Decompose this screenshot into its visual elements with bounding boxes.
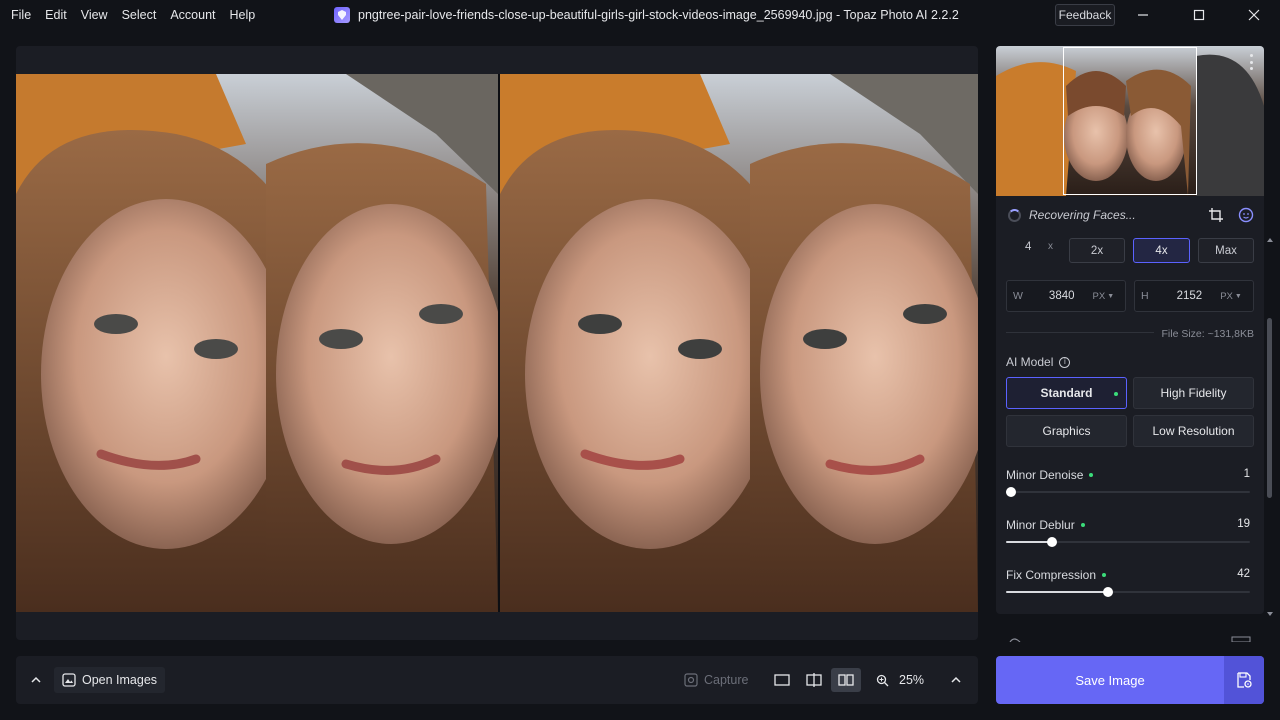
menu-view[interactable]: View — [74, 0, 115, 30]
menu-account[interactable]: Account — [163, 0, 222, 30]
menu-select[interactable]: Select — [115, 0, 164, 30]
scale-x-label: x — [1048, 241, 1053, 252]
slider-knob[interactable] — [1103, 587, 1114, 597]
minor-denoise-label-text: Minor Denoise — [1006, 468, 1084, 482]
width-unit[interactable]: PX — [1093, 291, 1106, 302]
scroll-down-icon[interactable] — [1266, 610, 1274, 618]
info-icon[interactable]: i — [1059, 356, 1071, 368]
width-field[interactable]: W 3840 PX ▼ — [1006, 280, 1126, 312]
capture-icon — [684, 673, 698, 687]
slider-knob[interactable] — [1005, 487, 1016, 497]
height-label: H — [1141, 290, 1149, 302]
status-dot — [1102, 573, 1107, 577]
kebab-menu-icon[interactable] — [1248, 54, 1254, 70]
scroll-up-icon[interactable] — [1266, 236, 1274, 244]
active-dot — [1114, 392, 1118, 396]
model-high-fidelity-button[interactable]: High Fidelity — [1133, 377, 1254, 409]
minor-deblur-label: Minor Deblur — [1006, 518, 1085, 532]
minimize-icon[interactable] — [1120, 0, 1166, 30]
fix-compression-label: Fix Compression — [1006, 568, 1107, 582]
model-standard-label: Standard — [1040, 386, 1093, 400]
title-bar: File Edit View Select Account Help pngtr… — [0, 0, 1280, 30]
model-low-resolution-button[interactable]: Low Resolution — [1133, 415, 1254, 447]
minor-denoise-label: Minor Denoise — [1006, 468, 1094, 482]
minor-deblur-slider[interactable]: Minor Deblur 19 — [1006, 518, 1250, 558]
slider-fill — [1006, 541, 1053, 543]
scale-2x-button[interactable]: 2x — [1069, 238, 1125, 263]
slider-knob[interactable] — [1047, 537, 1058, 547]
height-unit[interactable]: PX — [1220, 291, 1233, 302]
spinner-icon — [1008, 208, 1021, 222]
navigator-thumbnail[interactable] — [996, 46, 1264, 196]
scale-value[interactable]: 4 — [1025, 241, 1031, 253]
face-icon[interactable] — [1238, 207, 1254, 223]
menu-edit[interactable]: Edit — [38, 0, 74, 30]
status-text: Recovering Faces... — [1029, 208, 1136, 222]
close-icon[interactable] — [1231, 0, 1277, 30]
height-field[interactable]: H 2152 PX ▼ — [1134, 280, 1254, 312]
slider-fill — [1006, 591, 1109, 593]
slider-track[interactable] — [1006, 537, 1250, 547]
minor-deblur-value: 19 — [1237, 518, 1250, 530]
model-standard-button[interactable]: Standard — [1006, 377, 1127, 409]
menu-bar: File Edit View Select Account Help — [0, 0, 262, 30]
width-value[interactable]: 3840 — [1049, 290, 1075, 302]
open-images-button[interactable]: Open Images — [54, 667, 166, 693]
zoom-icon — [876, 674, 889, 686]
file-size: File Size: ~131,8KB — [1161, 328, 1254, 340]
crop-icon[interactable] — [1208, 207, 1224, 223]
original-image[interactable] — [16, 74, 498, 612]
app-logo-icon — [334, 7, 350, 23]
window-title: pngtree-pair-love-friends-close-up-beaut… — [334, 0, 959, 30]
slider-track[interactable] — [1005, 487, 1250, 497]
minor-denoise-value: 1 — [1243, 468, 1250, 480]
capture-label: Capture — [704, 673, 749, 687]
menu-help[interactable]: Help — [223, 0, 263, 30]
open-images-icon — [62, 673, 76, 687]
slider-track[interactable] — [1006, 587, 1250, 597]
fix-compression-label-text: Fix Compression — [1006, 568, 1097, 582]
single-view-icon[interactable] — [767, 668, 797, 692]
ai-model-label-text: AI Model — [1006, 355, 1054, 369]
divider-line — [1006, 332, 1154, 333]
capture-button[interactable]: Capture — [676, 667, 756, 693]
minor-denoise-slider[interactable]: Minor Denoise 1 — [1005, 468, 1250, 508]
panel-scrollbar[interactable] — [1267, 318, 1272, 498]
menu-file[interactable]: File — [4, 0, 38, 30]
fix-compression-value: 42 — [1237, 568, 1250, 580]
minor-deblur-label-text: Minor Deblur — [1006, 518, 1075, 532]
model-graphics-button[interactable]: Graphics — [1006, 415, 1127, 447]
status-dot — [1080, 523, 1085, 527]
scale-max-button[interactable]: Max — [1198, 238, 1254, 263]
viewport-indicator[interactable] — [1063, 47, 1197, 195]
width-label: W — [1013, 290, 1023, 302]
height-value[interactable]: 2152 — [1177, 290, 1203, 302]
chevron-up-icon[interactable] — [24, 668, 48, 692]
zoom-control[interactable]: 25% — [868, 667, 932, 693]
scale-4x-button[interactable]: 4x — [1133, 238, 1190, 263]
save-image-button[interactable]: Save Image — [996, 656, 1264, 704]
maximize-icon[interactable] — [1176, 0, 1222, 30]
open-images-label: Open Images — [82, 673, 158, 687]
enhanced-image[interactable] — [500, 74, 978, 612]
zoom-chevron-up-icon[interactable] — [944, 668, 968, 692]
bottom-toolbar: Open Images Capture 25% — [16, 656, 978, 704]
clipped-next-section — [1009, 636, 1251, 642]
width-unit-chevron-icon: ▼ — [1107, 292, 1115, 300]
feedback-button[interactable]: Feedback — [1055, 4, 1115, 26]
split-view-icon[interactable] — [799, 668, 829, 692]
side-by-side-icon[interactable] — [831, 668, 861, 692]
settings-panel: Recovering Faces... 4 x 2x 4x Max W 3840… — [996, 46, 1264, 614]
zoom-value: 25% — [899, 673, 925, 687]
export-settings-icon[interactable] — [1224, 656, 1264, 704]
ai-model-label: AI Model i — [1006, 355, 1071, 369]
status-dot — [1089, 473, 1094, 477]
fix-compression-slider[interactable]: Fix Compression 42 — [1006, 568, 1250, 608]
window-title-text: pngtree-pair-love-friends-close-up-beaut… — [358, 8, 959, 22]
save-image-label: Save Image — [1075, 672, 1145, 688]
height-unit-chevron-icon: ▼ — [1234, 292, 1242, 300]
